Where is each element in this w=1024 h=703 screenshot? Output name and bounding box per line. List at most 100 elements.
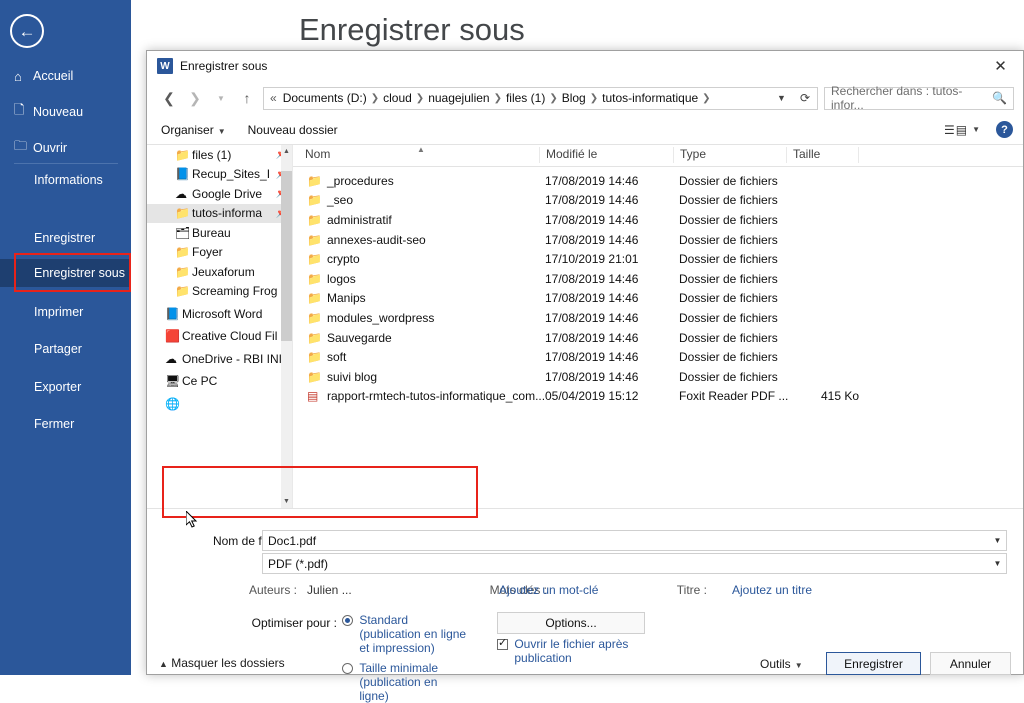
table-row[interactable]: ▤ rapport-rmtech-tutos-informatique_com.… xyxy=(293,387,1023,407)
nav-up-icon[interactable]: ↑ xyxy=(234,85,260,111)
caret-down-icon[interactable]: ▼ xyxy=(281,495,292,508)
address-bar[interactable]: « Documents (D:) ❯ cloud ❯ nuagejulien ❯… xyxy=(263,87,818,110)
authors-value[interactable]: Julien ... xyxy=(307,583,352,597)
table-row[interactable]: 📁 crypto 17/10/2019 21:01 Dossier de fic… xyxy=(293,249,1023,269)
sidebar-item-enregistrer-sous[interactable]: Enregistrer sous xyxy=(0,259,131,287)
tree-item-screaming-frog[interactable]: 📁 Screaming Frog xyxy=(147,282,292,302)
filename-input[interactable]: Doc1.pdf ▼ xyxy=(262,530,1007,551)
sidebar-item-fermer[interactable]: Fermer xyxy=(0,410,131,438)
breadcrumb-sep-icon: ❯ xyxy=(548,93,558,104)
cell-modified: 17/08/2019 14:46 xyxy=(545,311,638,325)
type-select[interactable]: PDF (*.pdf) ▼ xyxy=(262,553,1007,574)
dialog-content: 📁 files (1) 📌 📘 Recup_Sites_I 📌 ☁ Google… xyxy=(147,145,1023,508)
tree-item-foyer[interactable]: 📁 Foyer xyxy=(147,243,292,263)
nav-recent-icon[interactable]: ▼ xyxy=(208,85,234,111)
optimise-label: Optimiser pour : xyxy=(187,616,337,630)
tools-button[interactable]: Outils▼ xyxy=(760,657,803,671)
tree-item-partial[interactable]: 🌐 xyxy=(147,394,292,414)
table-row[interactable]: 📁 Manips 17/08/2019 14:46 Dossier de fic… xyxy=(293,289,1023,309)
folder-icon: 📁 xyxy=(307,331,322,345)
table-row[interactable]: 📁 logos 17/08/2019 14:46 Dossier de fich… xyxy=(293,269,1023,289)
organise-button[interactable]: Organiser▼ xyxy=(161,123,226,137)
cell-type: Dossier de fichiers xyxy=(679,213,778,227)
breadcrumb-item-2[interactable]: nuagejulien xyxy=(425,91,492,105)
chevron-down-icon[interactable]: ▼ xyxy=(989,536,1006,545)
cell-modified: 17/08/2019 14:46 xyxy=(545,233,638,247)
sidebar-item-exporter[interactable]: Exporter xyxy=(0,373,131,401)
caret-up-icon: ▲ xyxy=(417,145,425,154)
breadcrumb-item-4[interactable]: Blog xyxy=(559,91,589,105)
sidebar-item-enregistrer[interactable]: Enregistrer xyxy=(0,224,131,252)
column-header-taille[interactable]: Taille xyxy=(786,147,820,163)
sidebar-item-label: Partager xyxy=(34,342,82,356)
breadcrumb-item-1[interactable]: cloud xyxy=(380,91,415,105)
breadcrumb-item-3[interactable]: files (1) xyxy=(503,91,548,105)
table-row[interactable]: 📁 annexes-audit-seo 17/08/2019 14:46 Dos… xyxy=(293,230,1023,250)
pdf-icon: ▤ xyxy=(307,389,318,403)
address-dropdown-icon[interactable]: ▼ xyxy=(770,93,793,103)
tree-item-bureau[interactable]: 🗂 Bureau xyxy=(147,223,292,243)
nav-back-icon[interactable]: ❮ xyxy=(156,85,182,111)
breadcrumb-item-0[interactable]: Documents (D:) xyxy=(280,91,370,105)
tree-item-google-drive[interactable]: ☁ Google Drive 📌 xyxy=(147,184,292,204)
tree-item-microsoft-word[interactable]: 📘 Microsoft Word xyxy=(147,304,292,324)
tree-item-files1[interactable]: 📁 files (1) 📌 xyxy=(147,145,292,165)
tree-item-recup-sites[interactable]: 📘 Recup_Sites_I 📌 xyxy=(147,165,292,185)
checkbox-icon[interactable] xyxy=(497,639,508,650)
title-value[interactable]: Ajoutez un titre xyxy=(732,583,812,597)
table-row[interactable]: 📁 suivi blog 17/08/2019 14:46 Dossier de… xyxy=(293,367,1023,387)
tree-item-tutos-informatique[interactable]: 📁 tutos-informa 📌 xyxy=(147,204,292,224)
table-row[interactable]: 📁 administratif 17/08/2019 14:46 Dossier… xyxy=(293,210,1023,230)
new-folder-button[interactable]: Nouveau dossier xyxy=(248,123,338,137)
sidebar-item-imprimer[interactable]: Imprimer xyxy=(0,298,131,326)
open-folder-icon: 🗀 xyxy=(14,137,33,159)
breadcrumb-prefix: « xyxy=(264,91,280,105)
sidebar-item-informations[interactable]: Informations xyxy=(0,166,131,194)
table-row[interactable]: 📁 soft 17/08/2019 14:46 Dossier de fichi… xyxy=(293,347,1023,367)
back-arrow-icon[interactable]: ← xyxy=(10,14,44,48)
tree-item-ce-pc[interactable]: 🖥 Ce PC xyxy=(147,372,292,392)
cell-name: rapport-rmtech-tutos-informatique_com... xyxy=(327,389,545,403)
caret-up-icon[interactable]: ▲ xyxy=(281,145,292,158)
search-input[interactable]: Rechercher dans : tutos-infor... 🔍 xyxy=(824,87,1014,110)
table-row[interactable]: 📁 Sauvegarde 17/08/2019 14:46 Dossier de… xyxy=(293,328,1023,348)
cell-type: Dossier de fichiers xyxy=(679,311,778,325)
tree-item-onedrive[interactable]: ☁ OneDrive - RBI INI xyxy=(147,349,292,369)
chevron-down-icon[interactable]: ▼ xyxy=(989,559,1006,568)
folder-icon: 📁 xyxy=(307,174,322,188)
table-row[interactable]: 📁 _procedures 17/08/2019 14:46 Dossier d… xyxy=(293,171,1023,191)
sidebar-item-partager[interactable]: Partager xyxy=(0,335,131,363)
sidebar-item-accueil[interactable]: ⌂ Accueil xyxy=(0,62,131,90)
search-icon[interactable]: 🔍 xyxy=(992,91,1007,105)
table-row[interactable]: 📁 _seo 17/08/2019 14:46 Dossier de fichi… xyxy=(293,191,1023,211)
cancel-button[interactable]: Annuler xyxy=(930,652,1011,675)
tree-item-creative-cloud[interactable]: 🟥 Creative Cloud Fil xyxy=(147,327,292,347)
home-icon: ⌂ xyxy=(14,69,33,84)
sidebar-item-ouvrir[interactable]: 🗀 Ouvrir xyxy=(0,134,131,162)
tree-scroll-thumb[interactable] xyxy=(281,171,292,341)
keywords-value[interactable]: Ajoutez un mot-clé xyxy=(499,583,598,597)
radio-standard-icon[interactable] xyxy=(342,615,353,626)
close-icon[interactable]: ✕ xyxy=(978,51,1023,81)
save-button[interactable]: Enregistrer xyxy=(826,652,921,675)
column-header-modifie[interactable]: Modifié le xyxy=(539,147,597,163)
view-list-icon[interactable]: ☰▤ xyxy=(944,123,968,137)
refresh-icon[interactable]: ⟳ xyxy=(793,91,817,105)
tree-item-jeuxaforum[interactable]: 📁 Jeuxaforum xyxy=(147,262,292,282)
options-button[interactable]: Options... xyxy=(497,612,645,634)
breadcrumb-sep-icon: ❯ xyxy=(415,93,425,104)
tree-item-label: Jeuxaforum xyxy=(192,265,255,279)
tree-scrollbar[interactable]: ▲ ▼ xyxy=(281,145,292,508)
optimise-option-standard[interactable]: Standard (publication en ligne et impres… xyxy=(342,613,472,655)
word-icon: W xyxy=(157,58,173,74)
column-header-nom[interactable]: Nom xyxy=(299,147,330,163)
chevron-down-icon[interactable]: ▼ xyxy=(972,125,980,134)
hide-folders-button[interactable]: ▲ Masquer les dossiers xyxy=(159,656,285,670)
breadcrumb-item-5[interactable]: tutos-informatique xyxy=(599,91,701,105)
sidebar-item-label: Informations xyxy=(34,173,103,187)
new-doc-icon: 🗋 xyxy=(14,101,33,123)
help-icon[interactable]: ? xyxy=(996,121,1013,138)
column-header-type[interactable]: Type xyxy=(673,147,706,163)
table-row[interactable]: 📁 modules_wordpress 17/08/2019 14:46 Dos… xyxy=(293,308,1023,328)
sidebar-item-nouveau[interactable]: 🗋 Nouveau xyxy=(0,98,131,126)
